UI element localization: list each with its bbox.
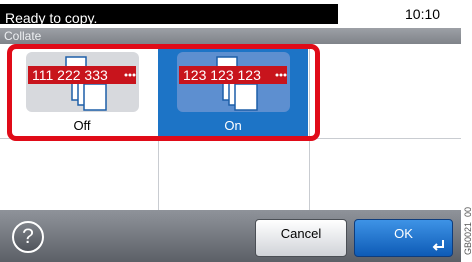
empty-cell [310,139,461,210]
ok-button[interactable]: OK [354,219,453,257]
figure-code: GB0021_00 [462,196,472,256]
collate-on-label: On [224,118,242,133]
empty-cell [159,139,309,210]
collate-off-illustration: 111 222 333 [26,52,139,112]
status-bar: Ready to copy. 10:10 [0,0,461,28]
option-grid: 111 222 333 Off 123 123 123 On [0,44,461,210]
status-message: Ready to copy. [5,10,98,26]
bottom-bar: ? Cancel OK [0,210,461,262]
title-bar: Collate [0,28,461,44]
cancel-label: Cancel [280,226,322,241]
copier-screen: Ready to copy. 10:10 Collate 111 222 333 [0,0,461,262]
empty-cell [0,139,158,210]
cancel-button[interactable]: Cancel [255,219,347,257]
enter-icon [432,240,444,251]
help-button[interactable]: ? [12,221,44,253]
collate-off-label: Off [73,118,91,133]
status-message-area: Ready to copy. [0,4,338,26]
figure-code-text: GB0021_00 [463,206,472,255]
collate-off-option[interactable]: 111 222 333 Off [7,48,157,136]
uncollated-pages-icon: 111 222 333 [28,56,136,111]
help-icon: ? [22,225,34,248]
collate-on-option[interactable]: 123 123 123 On [158,48,308,136]
status-time: 10:10 [405,6,441,22]
empty-cell [310,44,461,138]
collate-on-illustration: 123 123 123 [177,52,290,112]
page-title: Collate [4,29,42,43]
collated-pages-icon: 123 123 123 [179,56,287,111]
counter-text: 111 222 333 [32,67,108,83]
counter-text: 123 123 123 [183,67,261,83]
